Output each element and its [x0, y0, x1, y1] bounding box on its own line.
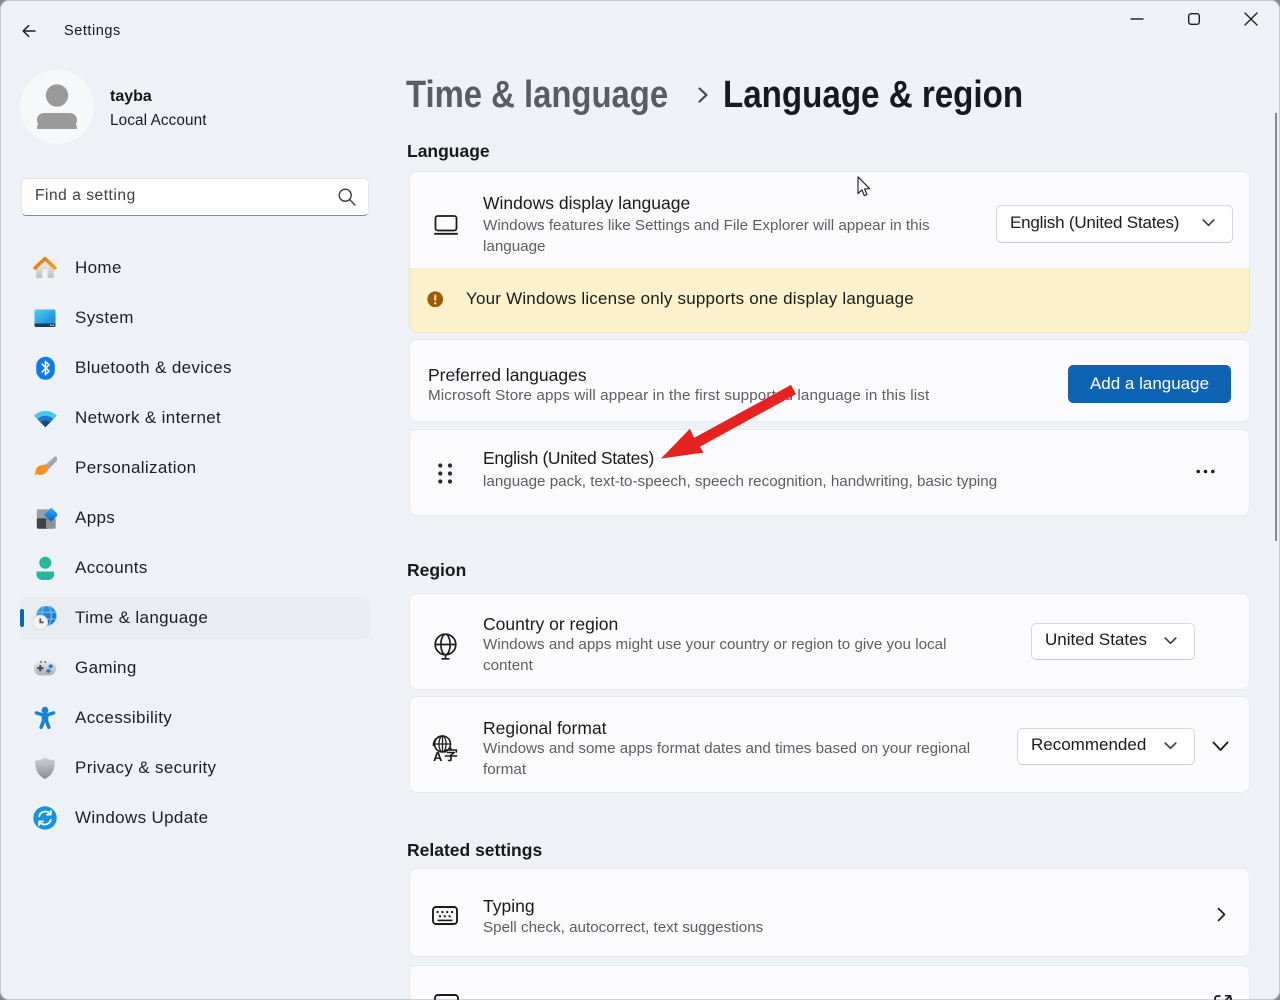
- svg-text:字: 字: [444, 747, 458, 763]
- svg-text:A: A: [433, 749, 443, 763]
